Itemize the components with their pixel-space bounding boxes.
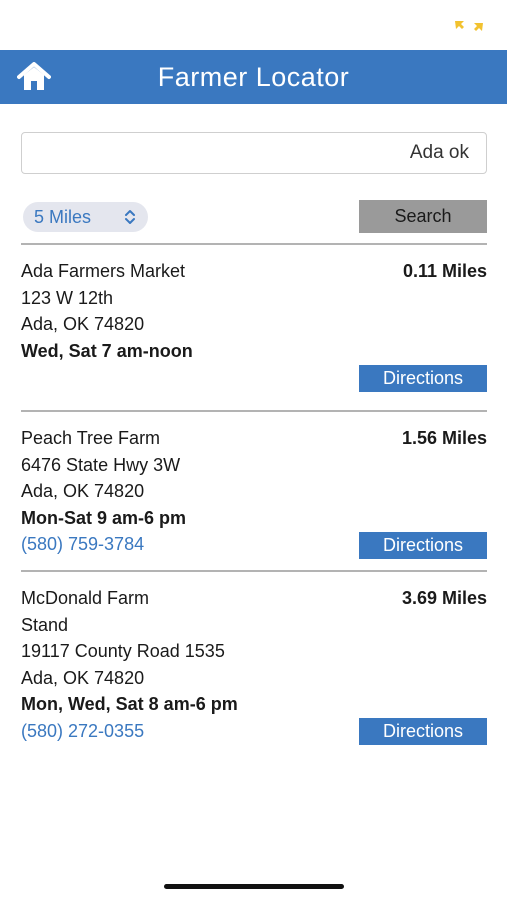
result-hours: Wed, Sat 7 am-noon: [21, 340, 193, 361]
result-distance: 0.11 Miles: [402, 261, 487, 281]
radius-value: 5 Miles: [34, 206, 92, 227]
home-button[interactable]: [14, 60, 54, 94]
nav-bar: Farmer Locator: [0, 50, 507, 104]
expand-arrows-icon: [455, 21, 483, 31]
page-title: Farmer Locator: [157, 62, 350, 92]
result-item-mcdonald-farm-stand: McDonald Farm Stand 19117 County Road 15…: [21, 585, 487, 745]
result-distance: 1.56 Miles: [401, 428, 487, 448]
directions-button[interactable]: Directions: [359, 365, 487, 392]
result-city: Ada, OK 74820: [21, 314, 145, 335]
chevron-up-down-icon: [125, 210, 135, 224]
result-distance: 3.69 Miles: [401, 588, 487, 608]
directions-button[interactable]: Directions: [359, 532, 487, 559]
search-input[interactable]: [21, 132, 487, 174]
result-hours: Mon, Wed, Sat 8 am-6 pm: [21, 694, 238, 715]
result-item-ada-farmers-market: Ada Farmers Market 123 W 12th Ada, OK 74…: [21, 258, 487, 392]
result-name-cont: Stand: [21, 614, 69, 635]
directions-button[interactable]: Directions: [359, 718, 487, 745]
result-city: Ada, OK 74820: [21, 667, 145, 688]
divider: [21, 243, 487, 245]
divider: [21, 570, 487, 572]
home-indicator[interactable]: [164, 884, 344, 889]
result-city: Ada, OK 74820: [21, 481, 145, 502]
result-address: 6476 State Hwy 3W: [21, 454, 181, 475]
home-icon: [17, 62, 51, 90]
divider: [21, 410, 487, 412]
radius-select[interactable]: 5 Miles: [23, 202, 148, 232]
result-address: 19117 County Road 1535: [21, 641, 225, 662]
result-hours: Mon-Sat 9 am-6 pm: [21, 507, 187, 528]
search-button[interactable]: Search: [359, 200, 487, 233]
status-bar: [0, 0, 507, 50]
result-item-peach-tree-farm: Peach Tree Farm 6476 State Hwy 3W Ada, O…: [21, 425, 487, 559]
result-address: 123 W 12th: [21, 287, 114, 308]
